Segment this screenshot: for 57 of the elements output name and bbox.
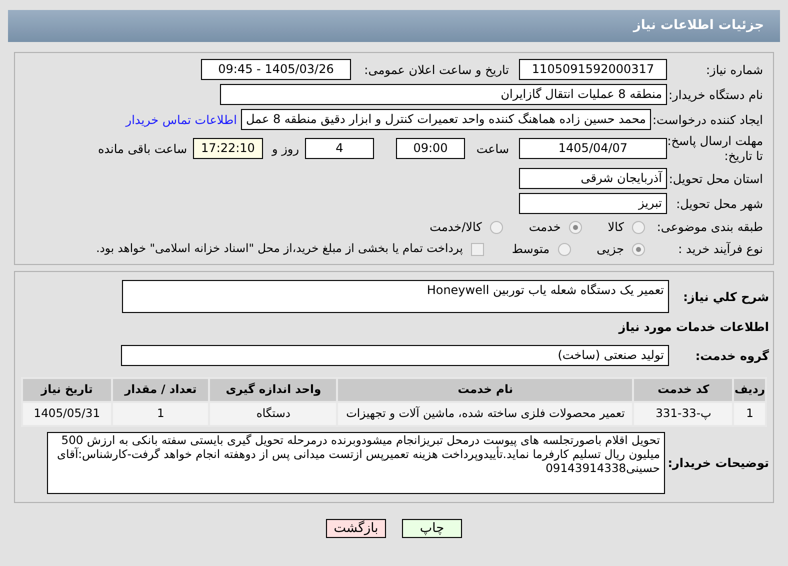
payment-label: پرداخت تمام یا بخشی از مبلغ خرید،از محل "اسناد خزانه اسلامی" خواهد بود. [96,240,463,258]
field-label: ایجاد کننده درخواست: [652,112,763,128]
back-button[interactable]: بازگشت [326,519,386,538]
field-label: روز و [272,140,299,158]
table-cell: 1405/05/31 [22,402,112,426]
radio-button[interactable] [568,220,582,234]
city-field: تبریز [519,193,667,214]
column-header: تعداد / مقدار [112,378,210,402]
table-cell: 1 [112,402,210,426]
service-group-field: تولید صنعتی (ساخت) [121,345,669,366]
radio-label: کالا/خدمت [430,219,482,236]
buyer-notes-field: تحویل اقلام باصورتجلسه های پیوست درمحل تبریزانجام میشودوبرنده درمرحله تحویل گیری بایستی سفته بانکی به ارزش 500 میلیون ریال تسلیم کارفرما نماید.تأییدوپرداخت هزینه تعمیرپس ازتست میدانی پس از دوهفته انجام خواهد گرفت-کارشناس:آقای حسینی09143914338 [47,432,665,494]
page-title: جزئیات اطلاعات نیاز [633,17,764,36]
column-header: واحد اندازه گیری [209,378,338,402]
column-header: ردیف [733,378,766,402]
field-label: ساعت باقی مانده [98,140,187,158]
days-field: 4 [305,138,374,159]
buyer-org-field: منطقه 8 عملیات انتقال گازایران [220,84,667,105]
print-button[interactable]: چاپ [402,519,462,538]
payment-checkbox[interactable] [470,242,484,256]
field-label: نام دستگاه خریدار: [668,86,763,104]
section-title: اطلاعات خدمات مورد نیاز [617,319,769,336]
radio-button[interactable] [632,242,645,256]
field-label: استان محل تحویل: [668,170,763,188]
radio-label: خدمت [528,219,561,236]
column-header: کد خدمت [633,378,734,402]
table-cell: تعمیر محصولات فلزی ساخته شده، ماشین آلات و تجهیزات [337,402,634,426]
table-cell: دستگاه [209,402,338,426]
requester-field: محمد حسین زاده هماهنگ کننده واحد تعمیرات کنترل و ابزار دقیق منطقه 8 عمل [240,109,651,130]
summary-field: تعمیر یک دستگاه شعله یاب توربین Honeywell [122,280,669,313]
radio-label: جزیی [596,241,624,258]
deadline-time-field: 09:00 [396,138,465,159]
field-label: شهر محل تحویل: [676,196,763,212]
remaining-time-field: 17:22:10 [193,138,263,159]
radio-button[interactable] [490,220,503,234]
table-cell: پ-33-331 [633,402,734,426]
field-label: نوع فرآیند خرید : [678,241,763,258]
deadline-date-field: 1405/04/07 [519,138,667,159]
field-label: گروه خدمت: [695,348,769,364]
radio-button[interactable] [632,220,645,234]
field-label: شرح کلي نياز: [683,289,769,306]
announce-date-field: 1405/03/26 - 09:45 [201,59,351,80]
column-header: تاریخ نیاز [22,378,112,402]
radio-button[interactable] [558,242,571,256]
field-label: شماره نیاز: [706,62,763,78]
table-cell: 1 [733,402,766,426]
field-label: ساعت [476,140,509,158]
radio-label: متوسط [512,241,550,258]
province-field: آذربایجان شرقی [519,168,667,189]
field-label: مهلت ارسال پاسخ: تا تاریخ: [667,134,763,164]
field-label: تاریخ و ساعت اعلان عمومی: [364,62,509,78]
contact-link[interactable]: اطلاعات تماس خریدار [126,110,237,128]
radio-label: کالا [608,219,624,236]
field-label: توضیحات خریدار: [668,455,769,472]
column-header: نام خدمت [337,378,634,402]
field-label: طبقه بندی موضوعی: [656,219,763,236]
need-number-field: 1105091592000317 [519,59,667,80]
